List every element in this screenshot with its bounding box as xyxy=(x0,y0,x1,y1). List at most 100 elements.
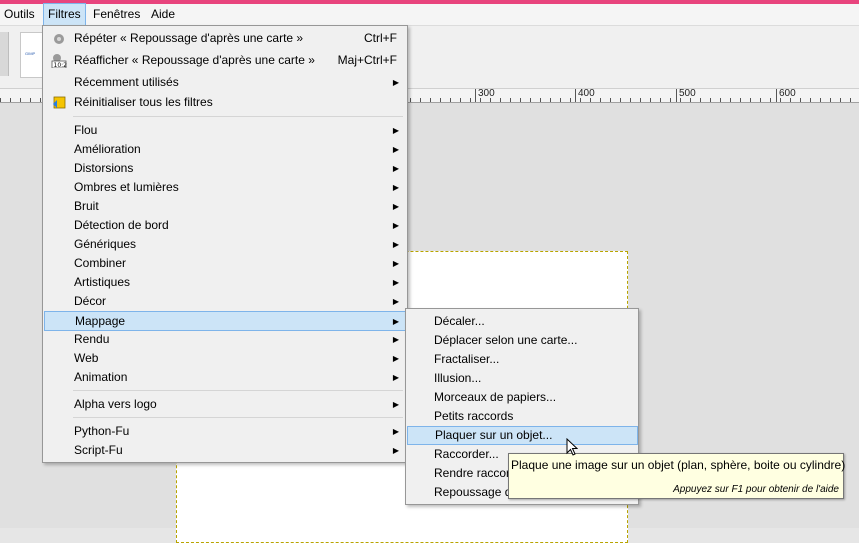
menu-item-bruit[interactable]: Bruit ▶ xyxy=(45,197,405,216)
menu-item-label: Récemment utilisés xyxy=(74,75,179,89)
menu-item-label: Génériques xyxy=(74,237,137,251)
menu-outils[interactable]: Outils xyxy=(0,4,39,25)
submenu-arrow-icon: ▶ xyxy=(392,278,399,287)
menu-item-reshow[interactable]: 10:2 Réafficher « Repoussage d'après une… xyxy=(45,51,405,70)
menu-item-rendu[interactable]: Rendu ▶ xyxy=(45,330,405,349)
tooltip: Plaque une image sur un objet (plan, sph… xyxy=(508,453,846,499)
menu-item-label: Détection de bord xyxy=(74,218,169,232)
menu-item-label: Flou xyxy=(74,123,98,137)
menu-filtres[interactable]: Filtres xyxy=(43,3,86,26)
menu-item-flou[interactable]: Flou ▶ xyxy=(45,121,405,140)
menu-item-generiques[interactable]: Génériques ▶ xyxy=(45,235,405,254)
menubar: Outils Filtres Fenêtres Aide xyxy=(0,3,859,26)
menu-item-label: Web xyxy=(74,351,99,365)
submenu-arrow-icon: ▶ xyxy=(392,202,399,211)
submenu-item-label: Décaler... xyxy=(434,314,485,328)
menu-item-label: Ombres et lumières xyxy=(74,180,179,194)
ruler-label: 500 xyxy=(679,88,696,99)
submenu-item-label: Morceaux de papiers... xyxy=(434,390,557,404)
submenu-item-fractaliser[interactable]: Fractaliser... xyxy=(408,350,636,369)
menu-fenetres[interactable]: Fenêtres xyxy=(89,4,144,25)
menu-item-label: Combiner xyxy=(74,256,127,270)
menu-item-combiner[interactable]: Combiner ▶ xyxy=(45,254,405,273)
submenu-arrow-icon: ▶ xyxy=(392,297,399,306)
reshow-icon: 10:2 xyxy=(51,53,68,69)
submenu-arrow-icon: ▶ xyxy=(392,145,399,154)
submenu-arrow-icon: ▶ xyxy=(392,221,399,230)
menu-item-label: Décor xyxy=(74,294,107,308)
submenu-arrow-icon: ▶ xyxy=(392,259,399,268)
menu-item-recent[interactable]: Récemment utilisés ▶ xyxy=(45,73,405,92)
repeat-icon xyxy=(51,31,67,46)
menu-item-label: Alpha vers logo xyxy=(74,397,157,411)
menu-item-label: Amélioration xyxy=(74,142,141,156)
menu-item-distorsions[interactable]: Distorsions ▶ xyxy=(45,159,405,178)
menu-item-label: Mappage xyxy=(75,314,126,328)
submenu-item-plaquer[interactable]: Plaquer sur un objet... xyxy=(407,426,638,445)
menu-item-label: Bruit xyxy=(74,199,99,213)
submenu-arrow-icon: ▶ xyxy=(392,446,399,455)
menu-item-repeat[interactable]: Répéter « Repoussage d'après une carte »… xyxy=(45,29,405,48)
submenu-item-label: Illusion... xyxy=(434,371,482,385)
menu-item-artistiques[interactable]: Artistiques ▶ xyxy=(45,273,405,292)
submenu-arrow-icon: ▶ xyxy=(392,78,399,87)
menu-item-web[interactable]: Web ▶ xyxy=(45,349,405,368)
menu-item-label: Réinitialiser tous les filtres xyxy=(74,95,213,109)
menu-item-mappage[interactable]: Mappage ▶ xyxy=(44,311,406,331)
submenu-arrow-icon: ▶ xyxy=(392,240,399,249)
submenu-item-deplacer[interactable]: Déplacer selon une carte... xyxy=(408,331,636,350)
image-tab-previous[interactable] xyxy=(0,32,9,76)
menu-separator xyxy=(73,390,403,391)
submenu-arrow-icon: ▶ xyxy=(392,126,399,135)
menu-item-animation[interactable]: Animation ▶ xyxy=(45,368,405,387)
menu-item-ombres[interactable]: Ombres et lumières ▶ xyxy=(45,178,405,197)
submenu-arrow-icon: ▶ xyxy=(392,183,399,192)
submenu-arrow-icon: ▶ xyxy=(392,335,399,344)
submenu-arrow-icon: ▶ xyxy=(392,164,399,173)
submenu-item-label: Petits raccords xyxy=(434,409,514,423)
svg-text:10:2: 10:2 xyxy=(54,62,68,68)
submenu-item-morceaux[interactable]: Morceaux de papiers... xyxy=(408,388,636,407)
submenu-arrow-icon: ▶ xyxy=(392,317,399,326)
tooltip-help-hint: Appuyez sur F1 pour obtenir de l'aide xyxy=(673,484,839,495)
menu-item-alpha-logo[interactable]: Alpha vers logo ▶ xyxy=(45,395,405,414)
thumbnail-text: GIMP xyxy=(25,51,36,56)
menu-item-label: Distorsions xyxy=(74,161,134,175)
menu-item-label: Répéter « Repoussage d'après une carte » xyxy=(74,31,304,45)
ruler-label: 600 xyxy=(779,88,796,99)
ruler-label: 300 xyxy=(478,88,495,99)
menu-item-amelioration[interactable]: Amélioration ▶ xyxy=(45,140,405,159)
menu-separator xyxy=(73,116,403,117)
menu-item-label: Rendu xyxy=(74,332,110,346)
menu-item-script-fu[interactable]: Script-Fu ▶ xyxy=(45,441,405,460)
submenu-arrow-icon: ▶ xyxy=(392,354,399,363)
submenu-item-label: Raccorder... xyxy=(434,447,499,461)
submenu-item-illusion[interactable]: Illusion... xyxy=(408,369,636,388)
menu-aide[interactable]: Aide xyxy=(147,4,179,25)
submenu-item-label: Déplacer selon une carte... xyxy=(434,333,578,347)
menu-item-label: Réafficher « Repoussage d'après une cart… xyxy=(74,53,315,67)
menu-item-shortcut: Maj+Ctrl+F xyxy=(337,53,397,67)
menu-item-reset[interactable]: Réinitialiser tous les filtres xyxy=(45,93,405,112)
submenu-item-decaler[interactable]: Décaler... xyxy=(408,312,636,331)
menu-item-python-fu[interactable]: Python-Fu ▶ xyxy=(45,422,405,441)
submenu-arrow-icon: ▶ xyxy=(392,427,399,436)
menu-separator xyxy=(73,417,403,418)
submenu-arrow-icon: ▶ xyxy=(392,373,399,382)
menu-item-detection[interactable]: Détection de bord ▶ xyxy=(45,216,405,235)
reset-icon xyxy=(51,95,67,110)
menu-item-label: Python-Fu xyxy=(74,424,130,438)
filters-menu: Répéter « Repoussage d'après une carte »… xyxy=(42,25,408,463)
menu-item-decor[interactable]: Décor ▶ xyxy=(45,292,405,311)
tooltip-text: Plaque une image sur un objet (plan, sph… xyxy=(511,458,846,472)
submenu-item-label: Rendre raccord xyxy=(434,466,517,480)
submenu-item-label: Repoussage d' xyxy=(434,485,514,499)
menu-item-label: Artistiques xyxy=(74,275,131,289)
submenu-arrow-icon: ▶ xyxy=(392,400,399,409)
submenu-item-label: Fractaliser... xyxy=(434,352,500,366)
submenu-item-petits-raccords[interactable]: Petits raccords xyxy=(408,407,636,426)
submenu-item-label: Plaquer sur un objet... xyxy=(435,428,553,442)
menu-item-label: Script-Fu xyxy=(74,443,123,457)
menu-item-label: Animation xyxy=(74,370,128,384)
mouse-cursor-icon xyxy=(566,438,578,456)
